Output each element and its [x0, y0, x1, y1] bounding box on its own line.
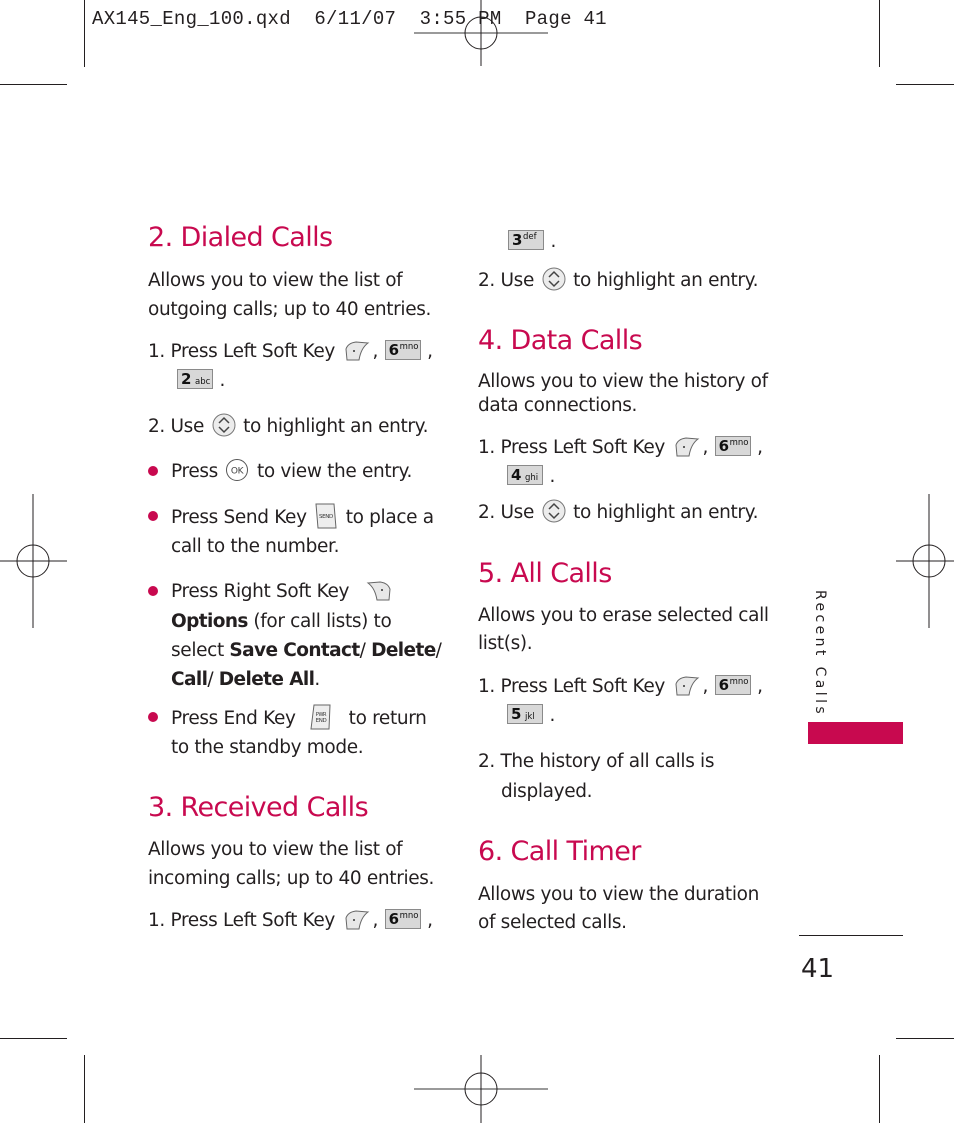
navigation-key-icon	[542, 499, 566, 523]
key-4-ghi: 4 ghi	[507, 465, 543, 485]
all-step2-line1: 2. The history of all calls is	[478, 751, 715, 772]
dialed-bullet-send: Press Send Key SEND to place a	[171, 502, 434, 532]
all-step1: 1. Press Left Soft Key , 6 mno ,	[478, 675, 763, 697]
timer-desc-line2: of selected calls.	[478, 912, 627, 933]
dialed-bullet-options: Press Right Soft Key	[171, 577, 395, 606]
data-step1-cont: 4 ghi .	[506, 462, 555, 491]
key-6-mno: 6 mno	[384, 340, 421, 360]
data-desc-line2: data connections.	[478, 395, 638, 416]
dialed-step2: 2. Use to highlight an entry.	[148, 412, 428, 441]
key-5-jkl: 5 jkl	[507, 704, 543, 724]
section-title-call-timer: 6. Call Timer	[478, 836, 641, 867]
end-key-icon: PWREND	[310, 704, 331, 730]
received-step1: 1. Press Left Soft Key , 6 mno ,	[148, 909, 433, 931]
chapter-tab	[808, 722, 903, 744]
dialed-bullet-end: Press End Key PWR END to return	[171, 703, 427, 733]
step-text: 1. Press Left Soft Key	[148, 341, 336, 362]
dialed-desc-line2: outgoing calls; up to 40 entries.	[148, 299, 432, 320]
page-number: 41	[801, 954, 835, 984]
section-title-data-calls: 4. Data Calls	[478, 325, 643, 356]
data-step2: 2. Use to highlight an entry.	[478, 498, 758, 527]
ok-key-icon: OK	[226, 459, 249, 481]
dialed-bullet-send-line2: call to the number.	[171, 536, 340, 557]
bullet	[148, 712, 158, 722]
section-title-received-calls: 3. Received Calls	[148, 792, 369, 823]
footer-rule	[799, 935, 903, 936]
key-2-abc: 2 abc	[177, 369, 213, 389]
dialed-bullet-options-line4: Call/ Delete All.	[171, 669, 320, 690]
received-step1-cont: 3 def .	[507, 227, 556, 256]
section-title-all-calls: 5. All Calls	[478, 558, 612, 589]
chapter-side-label: Recent Calls	[812, 590, 828, 718]
section-title-dialed-calls: 2. Dialed Calls	[148, 222, 333, 253]
key-6-mno: 6 mno	[714, 436, 751, 456]
svg-text:OK: OK	[231, 467, 245, 477]
key-6-mno: 6 mno	[384, 909, 421, 929]
received-step2: 2. Use to highlight an entry.	[478, 266, 758, 295]
dialed-bullet-options-line3: select Save Contact/ Delete/	[171, 640, 442, 661]
send-key-icon: SEND	[315, 503, 337, 529]
bullet	[148, 466, 158, 476]
dialed-bullet-end-line2: to the standby mode.	[171, 737, 364, 758]
left-soft-key-icon	[675, 437, 699, 457]
key-3-def: 3 def	[508, 230, 544, 250]
navigation-key-icon	[542, 267, 566, 291]
dialed-step1-cont: 2 abc .	[176, 366, 225, 395]
svg-text:SEND: SEND	[319, 514, 333, 520]
left-soft-key-icon	[345, 341, 369, 361]
navigation-key-icon	[212, 413, 236, 437]
dialed-bullet-options-line2: Options (for call lists) to	[171, 611, 392, 632]
received-desc-line2: incoming calls; up to 40 entries.	[148, 868, 435, 889]
left-soft-key-icon	[675, 676, 699, 696]
bullet	[148, 586, 158, 596]
left-soft-key-icon	[345, 910, 369, 930]
right-soft-key-icon	[366, 581, 391, 601]
received-desc-line1: Allows you to view the list of	[148, 839, 403, 860]
bullet	[148, 511, 158, 521]
dialed-bullet-view: Press OK to view the entry.	[171, 457, 412, 486]
all-desc-line1: Allows you to erase selected call	[478, 605, 769, 626]
dialed-desc-line1: Allows you to view the list of	[148, 270, 403, 291]
all-step2-line2: displayed.	[501, 781, 593, 802]
all-step1-cont: 5 jkl .	[506, 701, 555, 730]
data-step1: 1. Press Left Soft Key , 6 mno ,	[478, 436, 763, 458]
key-6-mno: 6 mno	[714, 675, 751, 695]
dialed-step1: 1. Press Left Soft Key , 6 mno ,	[148, 340, 433, 362]
all-desc-line2: list(s).	[478, 633, 533, 654]
svg-text:END: END	[316, 718, 327, 724]
timer-desc-line1: Allows you to view the duration	[478, 884, 759, 905]
